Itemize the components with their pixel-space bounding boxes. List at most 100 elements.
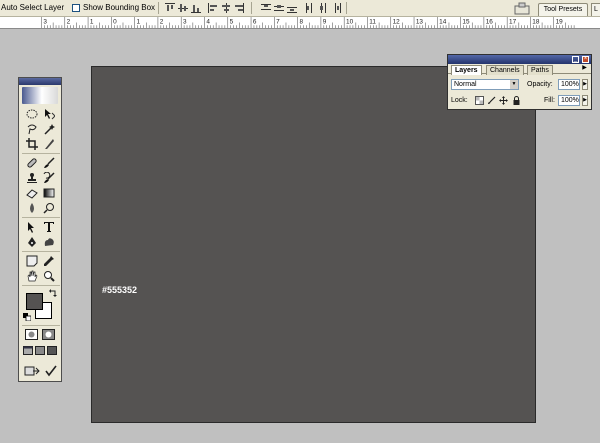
ruler-tick-label: 5 — [230, 18, 234, 25]
water-drop-icon — [29, 203, 34, 213]
blur-tool[interactable] — [24, 201, 39, 215]
tab-channels[interactable]: Channels — [486, 65, 524, 75]
ruler-tick-label: 10 — [346, 18, 354, 25]
toolbox-divider — [22, 325, 60, 326]
layers-panel-tabs: Layers Channels Paths ▶ — [448, 64, 591, 75]
pen-tool[interactable] — [24, 235, 39, 249]
custom-shape-tool[interactable] — [41, 235, 56, 249]
zoom-tool[interactable] — [41, 269, 56, 283]
clone-stamp-tool[interactable] — [24, 171, 39, 185]
auto-select-layer-label: Auto Select Layer — [1, 3, 65, 12]
auto-select-layer-option[interactable]: Auto Select Layer — [1, 3, 64, 12]
magic-wand-tool[interactable] — [41, 122, 56, 136]
lock-all-icon[interactable] — [512, 96, 521, 105]
align-top-edges-icon[interactable] — [165, 3, 175, 13]
lock-image-pixels-icon[interactable] — [487, 96, 496, 105]
tab-tool-presets[interactable]: Tool Presets — [538, 3, 588, 16]
crop-tool[interactable] — [24, 137, 39, 151]
healing-brush-tool[interactable] — [24, 156, 39, 170]
align-bottom-edges-icon[interactable] — [191, 3, 201, 13]
gradient-tool[interactable] — [41, 186, 56, 200]
opacity-label: Opacity: — [527, 81, 553, 88]
ruler-tick-label: 6 — [253, 18, 257, 25]
horizontal-ruler: 3 2 1 0 1 2 3 4 5 6 7 8 9 10 11 12 13 14 15 16 17 18 19 — [0, 17, 600, 29]
blend-mode-select[interactable]: Normal ▼ — [451, 79, 519, 90]
gradient-icon — [43, 188, 54, 198]
tab-paths[interactable]: Paths — [527, 65, 553, 75]
document-canvas[interactable]: #555352 — [91, 66, 536, 423]
tab-layer-comps[interactable]: L — [591, 3, 600, 16]
marquee-icon — [26, 109, 37, 119]
marquee-tool[interactable] — [24, 107, 39, 121]
distribute-top-icon[interactable] — [261, 3, 271, 13]
distribute-vertical-centers-icon[interactable] — [274, 3, 284, 13]
align-horizontal-centers-icon[interactable] — [221, 3, 231, 13]
show-bounding-box-checkbox[interactable] — [72, 3, 80, 12]
default-colors-icon[interactable] — [23, 313, 31, 321]
align-left-edges-icon[interactable] — [208, 3, 218, 13]
dodge-icon — [42, 203, 54, 214]
tab-layers[interactable]: Layers — [451, 65, 482, 75]
distribute-bottom-icon[interactable] — [287, 3, 297, 13]
fill-field[interactable]: 100% — [558, 95, 580, 106]
foreground-color-swatch[interactable] — [26, 293, 43, 310]
lock-position-icon[interactable] — [499, 96, 508, 105]
show-bounding-box-option[interactable]: Show Bounding Box — [72, 3, 155, 12]
options-bar: Auto Select Layer Show Bounding Box Tool… — [0, 0, 600, 17]
notes-tool[interactable] — [24, 254, 39, 268]
toolbox-divider — [22, 251, 60, 252]
distribute-right-icon[interactable] — [331, 3, 341, 13]
move-tool[interactable] — [41, 107, 56, 121]
pen-nib-icon — [27, 237, 36, 247]
checkmark-icon[interactable] — [45, 365, 57, 377]
show-bounding-box-label: Show Bounding Box — [83, 3, 156, 12]
ruler-tick-label: 3 — [43, 18, 47, 25]
fill-slider-button[interactable]: ▶ — [582, 95, 588, 106]
history-brush-tool[interactable] — [41, 171, 56, 185]
distribute-left-icon[interactable] — [305, 3, 315, 13]
swap-colors-icon[interactable] — [49, 289, 57, 297]
lasso-tool[interactable] — [24, 122, 39, 136]
full-screen-mode-icon[interactable] — [47, 346, 57, 355]
type-tool[interactable] — [41, 220, 56, 234]
path-selection-tool[interactable] — [24, 220, 39, 234]
slice-tool[interactable] — [41, 137, 56, 151]
minimize-icon[interactable]: _ — [572, 56, 579, 63]
lock-transparency-icon[interactable] — [475, 96, 484, 105]
align-right-edges-icon[interactable] — [234, 3, 244, 13]
close-icon[interactable]: × — [582, 56, 589, 63]
ruler-tick-label: 15 — [462, 18, 470, 25]
custom-shape-icon — [44, 238, 54, 246]
eraser-tool[interactable] — [24, 186, 39, 200]
ruler-tick-label: 17 — [509, 18, 517, 25]
history-brush-icon — [43, 172, 55, 183]
lock-label: Lock: — [451, 97, 468, 104]
toolbox-title-bar[interactable] — [19, 78, 61, 85]
align-vertical-centers-icon[interactable] — [178, 3, 188, 13]
options-divider — [158, 2, 159, 14]
opacity-field[interactable]: 100% — [558, 79, 580, 90]
standard-mode-icon[interactable] — [25, 329, 38, 340]
full-screen-menu-mode-icon[interactable] — [35, 346, 45, 355]
distribute-horizontal-centers-icon[interactable] — [318, 3, 328, 13]
opacity-slider-button[interactable]: ▶ — [582, 79, 588, 90]
type-t-icon — [43, 222, 54, 232]
move-icon — [44, 109, 55, 120]
layers-panel-title-bar[interactable]: _ × — [448, 55, 591, 64]
palette-well-icon[interactable] — [514, 2, 530, 15]
standard-screen-mode-icon[interactable] — [23, 346, 33, 355]
eyedropper-tool[interactable] — [41, 254, 56, 268]
photoshop-feather-logo[interactable] — [22, 87, 58, 104]
hand-tool[interactable] — [24, 269, 39, 283]
toolbox-divider — [22, 153, 60, 154]
dodge-tool[interactable] — [41, 201, 56, 215]
ruler-tick-label: 0 — [113, 18, 117, 25]
jump-to-imageready-icon[interactable] — [24, 365, 40, 377]
ruler-tick-label: 1 — [136, 18, 140, 25]
eyedropper-icon — [43, 256, 54, 266]
quick-mask-mode-icon[interactable] — [42, 329, 55, 340]
panel-menu-arrow-icon[interactable]: ▶ — [581, 65, 588, 72]
brush-tool[interactable] — [41, 156, 56, 170]
stamp-icon — [26, 173, 37, 183]
ruler-tick-label: 19 — [556, 18, 564, 25]
